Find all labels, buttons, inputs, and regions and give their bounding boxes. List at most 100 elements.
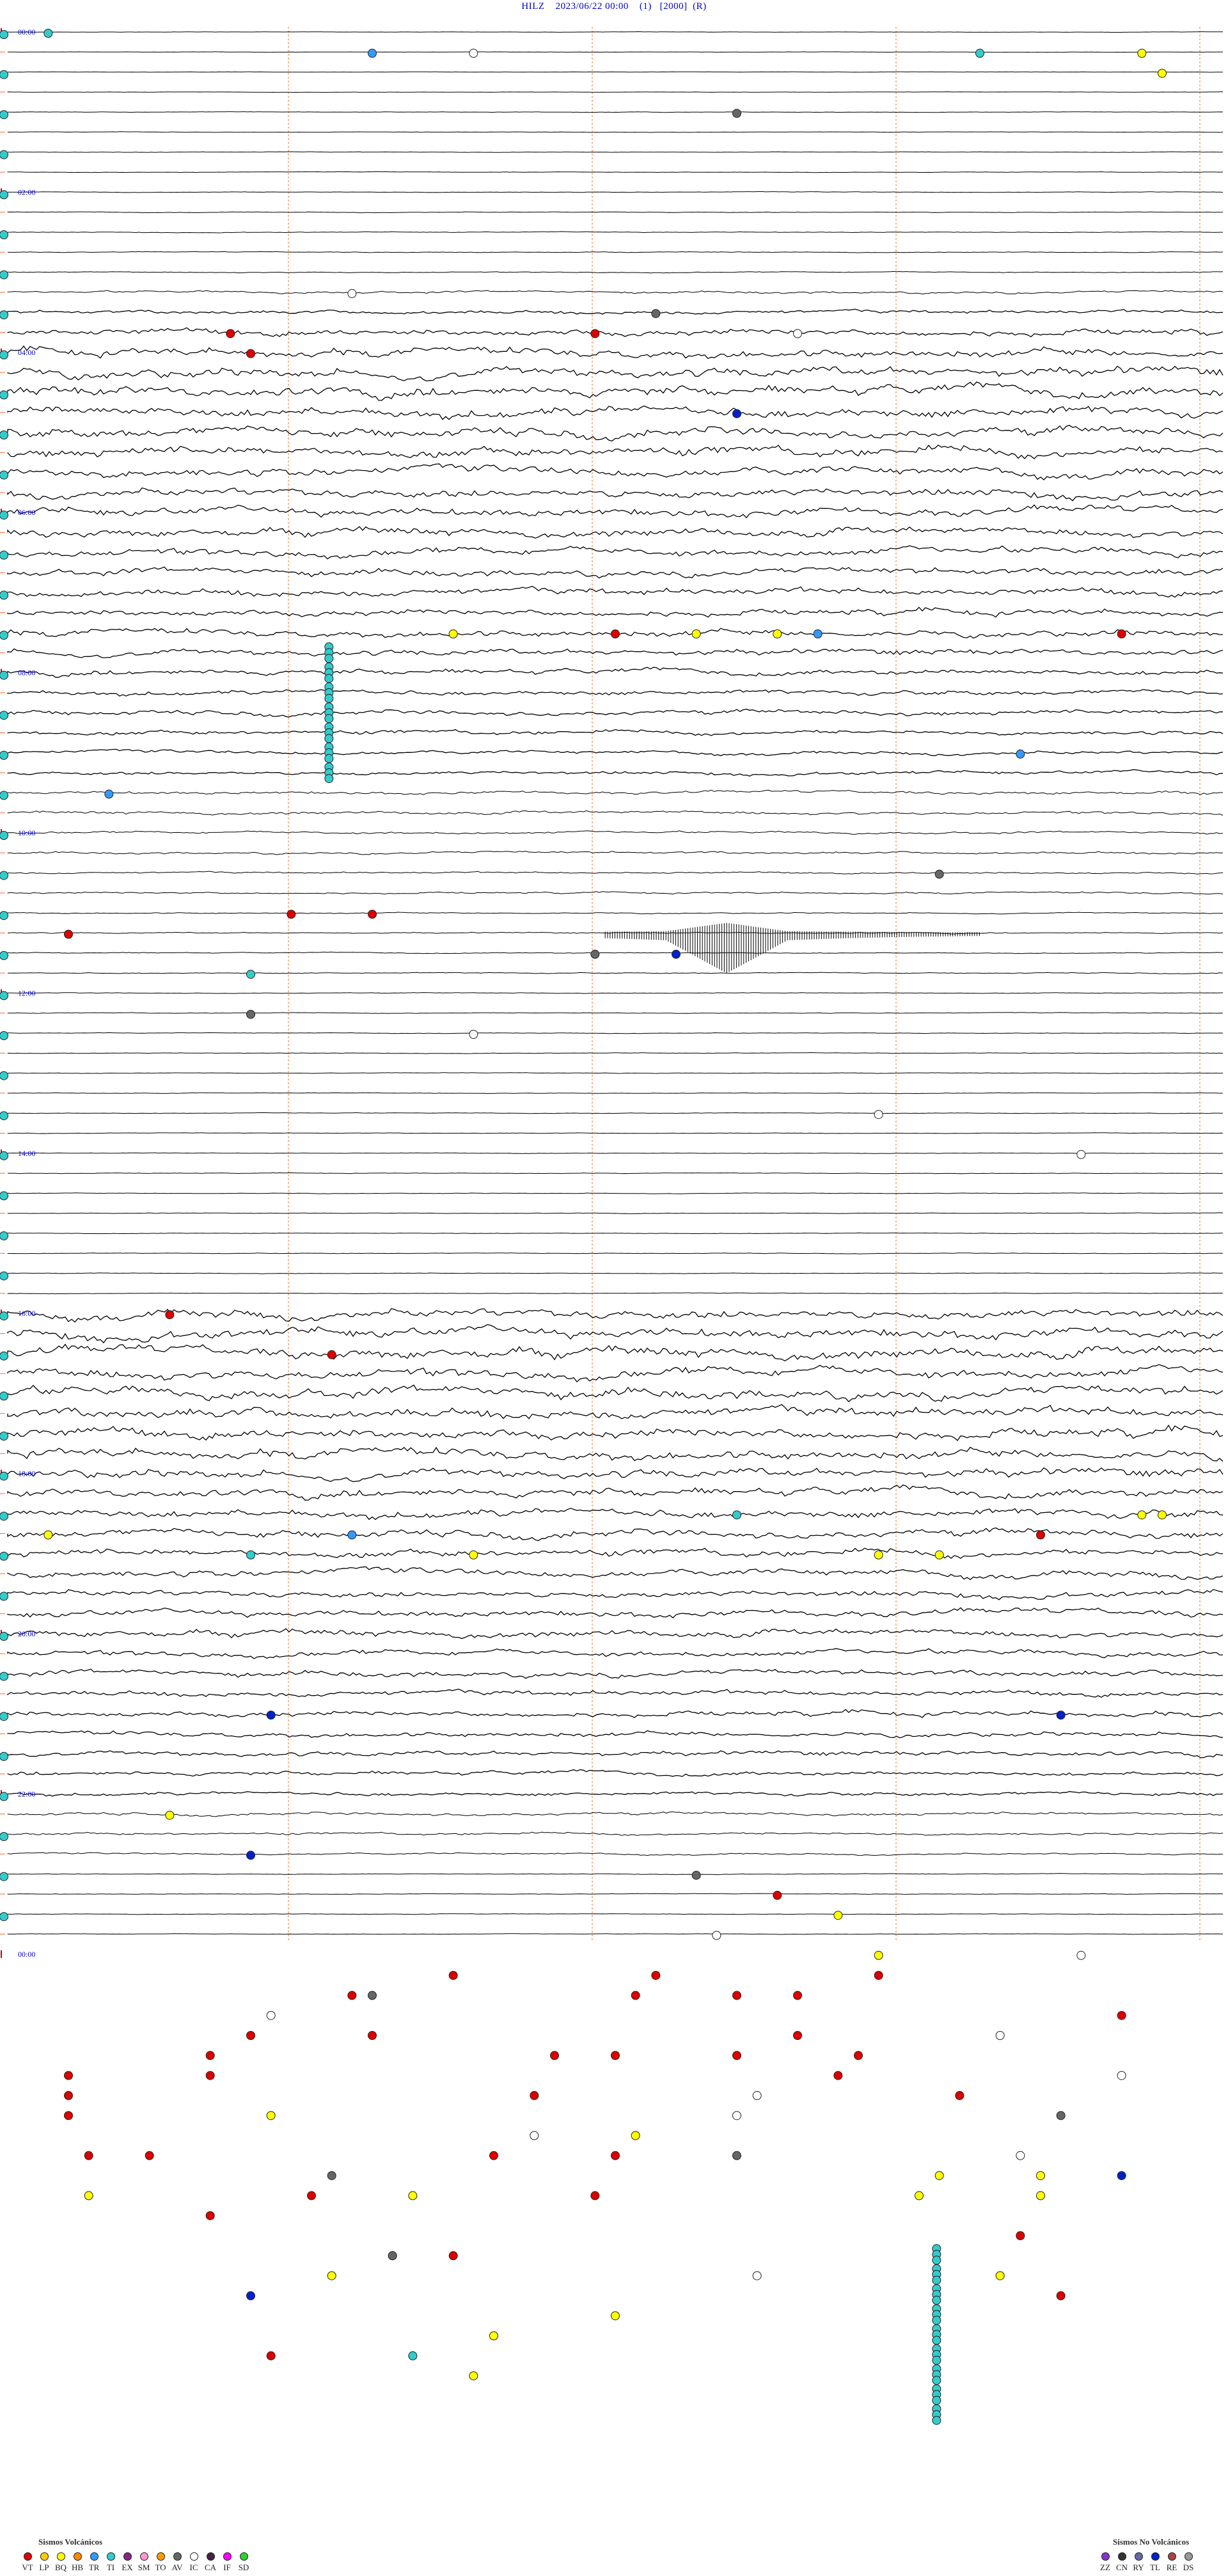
legend-swatch <box>1184 2552 1193 2561</box>
seismic-trace <box>7 830 1224 835</box>
event-marker <box>732 1991 741 2000</box>
seismic-trace <box>7 992 1224 994</box>
event-marker <box>266 1711 276 1720</box>
seismic-trace <box>7 487 1224 502</box>
event-marker <box>1036 2191 1045 2201</box>
legend-code: CA <box>204 2563 217 2572</box>
event-marker <box>43 1530 53 1540</box>
seismic-trace <box>7 381 1224 401</box>
seismic-trace <box>7 1052 1224 1054</box>
seismic-trace <box>7 171 1224 173</box>
event-marker <box>0 1111 8 1121</box>
legend-swatch <box>239 2552 248 2561</box>
legend-code: TO <box>155 2563 166 2572</box>
event-marker <box>0 150 8 159</box>
seismic-trace <box>7 1424 1224 1441</box>
event-marker <box>205 2051 215 2060</box>
event-marker <box>327 1350 336 1359</box>
legend-item: TR <box>86 2552 102 2573</box>
legend-code: HB <box>71 2563 84 2572</box>
legend-item: DS <box>1180 2552 1197 2573</box>
hour-label: 12:00 <box>18 988 35 997</box>
seismic-trace <box>7 769 1224 777</box>
event-marker <box>611 2311 620 2321</box>
seismic-trace <box>7 1112 1223 1114</box>
legend-item: SD <box>235 2552 252 2573</box>
legend-swatch <box>123 2552 132 2561</box>
legend-item: SM <box>136 2552 152 2573</box>
seismic-trace <box>7 1811 1224 1817</box>
event-marker <box>1158 68 1167 78</box>
event-marker <box>793 329 802 338</box>
event-marker <box>773 1890 782 1900</box>
legend-code: RE <box>1166 2563 1177 2572</box>
seismic-trace <box>7 1688 1224 1698</box>
helicorder-plot: 00:00 02:00 04:00 06:00 08:00 10:00 12:00 14:00… <box>0 27 1224 2425</box>
event-marker <box>0 510 8 520</box>
legend-swatch <box>139 2552 148 2561</box>
seismic-trace <box>7 1607 1224 1618</box>
seismic-trace <box>7 648 1224 659</box>
legend-volcanic-title: Sismos Volcánicos <box>38 2537 103 2547</box>
event-marker <box>307 2191 316 2201</box>
event-marker <box>246 970 255 979</box>
event-marker <box>773 629 782 638</box>
event-marker <box>0 110 8 120</box>
legend-swatch <box>206 2552 215 2561</box>
event-marker <box>934 1550 944 1560</box>
seismic-trace <box>7 1292 1223 1295</box>
event-marker <box>84 2191 93 2201</box>
seismic-trace <box>7 1252 1224 1254</box>
event-marker <box>0 1231 8 1240</box>
event-marker <box>0 30 8 39</box>
seismic-trace <box>7 1308 1224 1323</box>
event-marker <box>1137 1510 1147 1520</box>
event-marker <box>448 629 458 638</box>
event-marker <box>469 49 478 58</box>
legend-item: TO <box>152 2552 169 2573</box>
seismic-trace <box>7 789 1223 795</box>
event-marker <box>0 1471 8 1481</box>
event-marker <box>205 2211 215 2220</box>
event-marker <box>448 2251 458 2261</box>
event-marker <box>368 49 377 58</box>
seismic-trace <box>7 1484 1224 1501</box>
hour-label: 20:00 <box>18 1629 35 1638</box>
legend-code: SM <box>138 2563 150 2572</box>
seismic-trace <box>7 1547 1224 1559</box>
legend-volcanic: VT LP BQ HB TR TI EX SM TO AV IC CA IF SD <box>19 2552 252 2573</box>
seismic-trace <box>7 211 1223 214</box>
event-marker <box>0 750 8 760</box>
legend-item: RY <box>1130 2552 1147 2573</box>
event-marker <box>0 871 8 880</box>
event-marker <box>165 1310 175 1320</box>
seismic-trace <box>7 327 1224 338</box>
seismic-trace <box>7 1364 1224 1383</box>
legend-swatch <box>223 2552 232 2561</box>
event-marker <box>469 1030 478 1039</box>
legend-code: TL <box>1150 2563 1160 2572</box>
seismic-trace <box>7 1012 1224 1014</box>
hour-label: 18:00 <box>18 1469 35 1478</box>
event-marker <box>1056 2291 1066 2300</box>
legend-nonvolcanic: ZZ CN RY TL RE DS <box>1097 2552 1197 2573</box>
event-marker <box>489 2331 498 2341</box>
legend-code: DS <box>1183 2563 1194 2572</box>
event-marker <box>489 2151 498 2160</box>
seismic-trace <box>7 1032 1224 1034</box>
event-marker <box>0 590 8 600</box>
legend-item: VT <box>19 2552 36 2573</box>
event-marker <box>732 109 741 118</box>
event-marker <box>145 2151 154 2160</box>
event-marker <box>0 1351 8 1361</box>
event-marker <box>0 1512 8 1521</box>
event-marker <box>1076 1950 1086 1960</box>
seismic-trace <box>7 111 1224 113</box>
event-marker <box>0 1391 8 1401</box>
event-marker <box>368 1991 377 2000</box>
event-marker <box>266 2111 276 2121</box>
event-marker <box>0 911 8 921</box>
event-marker <box>0 1872 8 1881</box>
event-marker <box>0 431 8 439</box>
event-marker <box>590 329 600 338</box>
